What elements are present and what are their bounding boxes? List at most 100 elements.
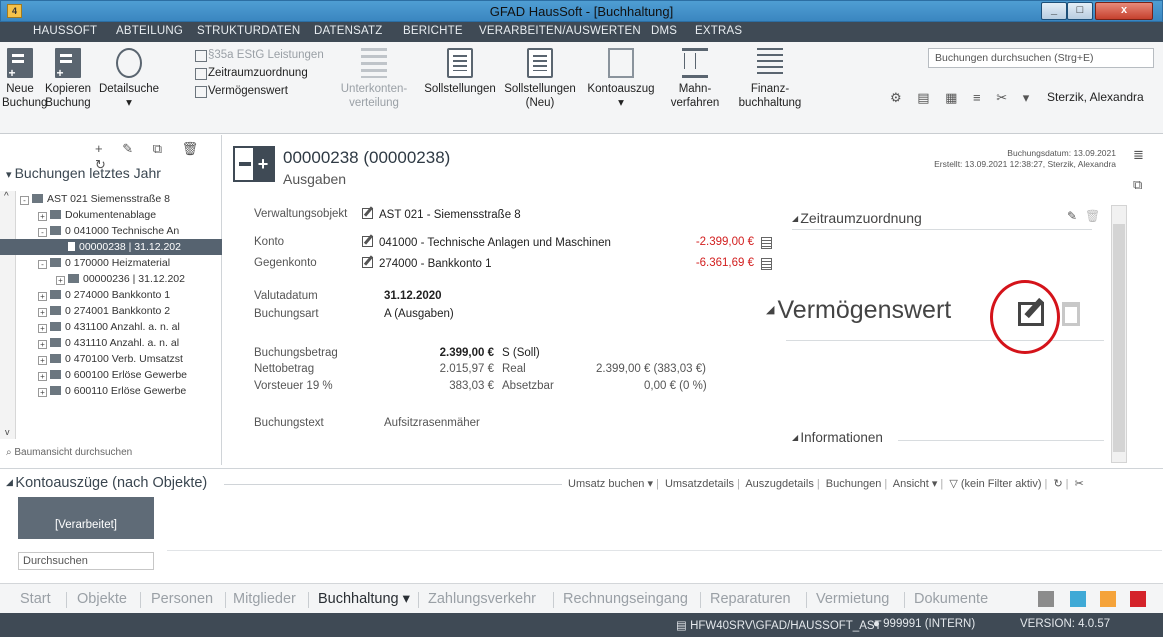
menu-dms[interactable]: DMS [651,25,677,37]
refresh-icon[interactable]: ↻ [1053,478,1062,490]
minimize-button[interactable]: _ [1041,2,1067,20]
expand-icon[interactable]: + [38,340,47,349]
tree-node[interactable]: +0 600100 Erlöse Gewerbe [0,367,222,383]
auszugdetails-button[interactable]: Auszugdetails [745,478,814,490]
tree-node[interactable]: 00000238 | 31.12.202 [0,239,222,255]
collapse-icon[interactable]: - [20,196,29,205]
menu-abteilung[interactable]: ABTEILUNG [116,25,183,37]
edit-icon[interactable] [362,236,373,247]
informationen-section-title[interactable]: Informationen [792,430,883,445]
expand-icon[interactable]: + [38,292,47,301]
zeitraumzuordnung-section-title[interactable]: Zeitraumzuordnung [792,210,921,226]
buchungen-button[interactable]: Buchungen [826,478,882,490]
scrollbar-thumb[interactable] [1113,224,1125,452]
konto-value[interactable]: 041000 - Technische Anlagen und Maschine… [362,236,611,249]
tree-node[interactable]: +00000236 | 31.12.202 [0,271,222,287]
menu-extras[interactable]: EXTRAS [695,25,742,37]
verarbeitet-tile[interactable]: [Verarbeitet] [18,497,154,539]
tree-node[interactable]: +0 431100 Anzahl. a. n. al [0,319,222,335]
expand-icon[interactable]: + [38,324,47,333]
tree-node[interactable]: +0 274001 Bankkonto 2 [0,303,222,319]
umsatzdetails-button[interactable]: Umsatzdetails [665,478,734,490]
new-document-icon: + [7,48,33,79]
color-swatch-blue[interactable] [1070,591,1086,607]
zeitraumzuordnung-button[interactable]: Zeitraumzuordnung [195,64,324,82]
estg-leistungen-button[interactable]: §35a EStG Leistungen [195,46,324,64]
tools-icon[interactable]: ✂ [1075,478,1084,490]
ribbon-tool-icons[interactable]: ⚙ ▤ ▦ ≡ ✂ ▾ [890,90,1035,106]
trash-icon[interactable]: 🗑 [1085,209,1100,223]
vermoegenswert-trash-icon[interactable] [1062,302,1080,326]
gegenkonto-value[interactable]: 274000 - Bankkonto 1 [362,257,492,270]
sollstellungen-neu-button[interactable]: Sollstellungen (Neu) [500,48,580,110]
tab-buchhaltung[interactable]: Buchhaltung ▾ [318,591,410,607]
collapse-icon[interactable]: - [38,260,47,269]
edit-icon[interactable]: ✎ [1067,209,1077,223]
expand-icon[interactable]: + [56,276,65,285]
expand-icon[interactable]: + [38,388,47,397]
edit-icon[interactable] [362,208,373,219]
kontoauszuege-search-input[interactable]: Durchsuchen [18,552,154,570]
tree-node[interactable]: +0 274000 Bankkonto 1 [0,287,222,303]
user-name[interactable]: Sterzik, Alexandra [1047,90,1144,104]
tab-objekte[interactable]: Objekte [77,591,127,607]
menu-strukturdaten[interactable]: STRUKTURDATEN [197,25,300,37]
collapse-icon[interactable]: - [38,228,47,237]
tree-node[interactable]: +0 470100 Verb. Umsatzst [0,351,222,367]
tab-zahlungsverkehr[interactable]: Zahlungsverkehr [428,591,536,607]
umsatz-buchen-button[interactable]: Umsatz buchen ▾ [568,478,653,490]
filter-status[interactable]: (kein Filter aktiv) [961,478,1042,490]
tree-title[interactable]: Buchungen letztes Jahr [6,165,161,181]
tree-node[interactable]: +0 431110 Anzahl. a. n. al [0,335,222,351]
menu-berichte[interactable]: BERICHTE [403,25,463,37]
expand-icon[interactable]: + [38,372,47,381]
expand-icon[interactable]: + [38,356,47,365]
kopieren-buchung-button[interactable]: + Kopieren Buchung [40,48,96,110]
calculator-icon[interactable] [761,237,772,249]
edit-icon[interactable] [362,257,373,268]
tab-dokumente[interactable]: Dokumente [914,591,988,607]
buchungen-search-input[interactable]: Buchungen durchsuchen (Strg+E) [928,48,1154,68]
detail-scrollbar[interactable] [1111,205,1127,463]
tab-start[interactable]: Start [20,591,51,607]
expand-icon[interactable]: + [38,212,47,221]
tab-mitglieder[interactable]: Mitglieder [233,591,296,607]
side-toolbar[interactable]: ≣ ⧉ [1133,140,1144,200]
ansicht-button[interactable]: Ansicht ▾ [893,478,938,490]
tree-node[interactable]: + Dokumentenablage [0,207,222,223]
kontoauszuege-title[interactable]: Kontoauszüge (nach Objekte) [6,475,207,491]
color-swatch-gray[interactable] [1038,591,1054,607]
close-button[interactable]: x [1095,2,1153,20]
menu-verarbeiten[interactable]: VERARBEITEN/AUSWERTEN [479,25,641,37]
color-swatch-orange[interactable] [1100,591,1116,607]
vermoegenswert-button[interactable]: Vermögenswert [195,82,324,100]
copy-icon[interactable]: ⧉ [1133,170,1144,200]
vermoegenswert-section-title[interactable]: Vermögenswert [766,296,952,325]
tree-filter-input[interactable]: ⌕ Baumansicht durchsuchen [6,447,132,458]
tab-personen[interactable]: Personen [151,591,213,607]
sollstellungen-button[interactable]: Sollstellungen [420,48,500,96]
unterkontenverteilung-button[interactable]: Unterkonten-verteilung [338,48,410,110]
mahnverfahren-button[interactable]: Mahn-verfahren [664,48,726,110]
ribbon: + Neue Buchung + Kopieren Buchung Detail… [0,42,1163,134]
tab-vermietung[interactable]: Vermietung [816,591,889,607]
tab-reparaturen[interactable]: Reparaturen [710,591,791,607]
tab-rechnungseingang[interactable]: Rechnungseingang [563,591,688,607]
expand-icon[interactable]: + [38,308,47,317]
detailsuche-button[interactable]: Detailsuche ▾ [96,48,162,110]
list-icon[interactable]: ≣ [1133,140,1144,170]
menu-datensatz[interactable]: DATENSATZ [314,25,382,37]
calculator-icon[interactable] [761,258,772,270]
finanzbuchhaltung-button[interactable]: Finanz-buchhaltung [730,48,810,110]
neue-buchung-button[interactable]: + Neue Buchung [2,48,47,110]
verwaltungsobjekt-value[interactable]: AST 021 - Siemensstraße 8 [362,208,521,221]
maximize-button[interactable]: □ [1067,2,1093,20]
menu-haussoft[interactable]: HAUSSOFT [33,25,97,37]
tree-node[interactable]: - 0 170000 Heizmaterial [0,255,222,271]
tree-node[interactable]: +0 600110 Erlöse Gewerbe [0,383,222,399]
color-swatch-red[interactable] [1130,591,1146,607]
kontoauszug-button[interactable]: Kontoauszug ▾ [584,48,658,110]
filter-icon[interactable]: ▽ [949,478,957,490]
tree-node[interactable]: - AST 021 Siemensstraße 8 [0,191,222,207]
tree-node[interactable]: - 0 041000 Technische An [0,223,222,239]
